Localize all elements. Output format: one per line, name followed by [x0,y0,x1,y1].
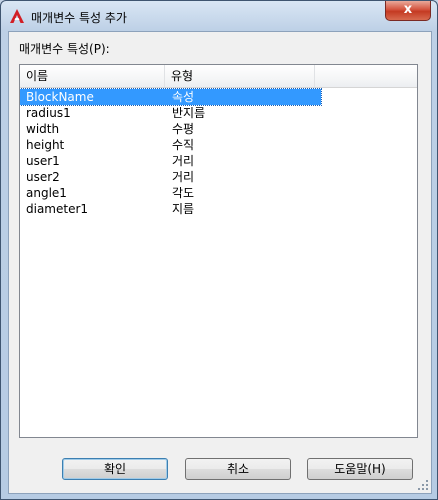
row-name: user2 [26,170,60,184]
list-header: 이름 유형 [20,65,417,88]
list-row-radius1[interactable]: radius1 반지름 [20,105,321,121]
close-button[interactable]: x [385,1,431,21]
row-name: radius1 [26,106,71,120]
help-button[interactable]: 도움말(H) [307,458,413,480]
list-row-height[interactable]: height 수직 [20,137,321,153]
row-name: user1 [26,154,60,168]
row-type: 각도 [172,186,195,200]
row-name: angle1 [26,186,67,200]
parameter-properties-label: 매개변수 특성(P): [19,42,110,56]
row-type: 지름 [172,202,195,216]
row-name: BlockName [26,90,94,104]
list-row-width[interactable]: width 수평 [20,121,321,137]
list-rows: BlockName 속성 radius1 반지름 width 수평 height… [20,88,417,217]
resize-grip-icon[interactable] [417,479,429,491]
window-title: 매개변수 특성 추가 [31,11,127,25]
row-name: height [26,138,65,152]
row-type: 속성 [172,90,195,104]
cancel-button[interactable]: 취소 [185,458,291,480]
row-type: 거리 [172,154,195,168]
parameter-properties-list[interactable]: 이름 유형 BlockName 속성 radius1 반지름 width 수평 … [19,64,418,438]
row-type: 거리 [172,170,195,184]
row-name: width [26,122,60,136]
dialog-client-area: 매개변수 특성(P): 이름 유형 BlockName 속성 radius1 반… [8,31,432,494]
list-row-angle1[interactable]: angle1 각도 [20,185,321,201]
dialog-window: 매개변수 특성 추가 x 매개변수 특성(P): 이름 유형 BlockName… [0,0,438,500]
list-row-diameter1[interactable]: diameter1 지름 [20,201,321,217]
list-row-user1[interactable]: user1 거리 [20,153,321,169]
title-bar[interactable]: 매개변수 특성 추가 x [1,1,437,31]
row-name: diameter1 [26,202,89,216]
column-header-type[interactable]: 유형 [165,65,315,87]
ok-button[interactable]: 확인 [62,458,168,480]
list-row-blockname[interactable]: BlockName 속성 [20,88,322,106]
row-type: 수평 [172,122,195,136]
autocad-a-icon [10,9,24,23]
row-type: 수직 [172,138,195,152]
column-header-name[interactable]: 이름 [20,65,165,87]
list-row-user2[interactable]: user2 거리 [20,169,321,185]
close-icon: x [403,2,413,17]
row-type: 반지름 [172,106,206,120]
